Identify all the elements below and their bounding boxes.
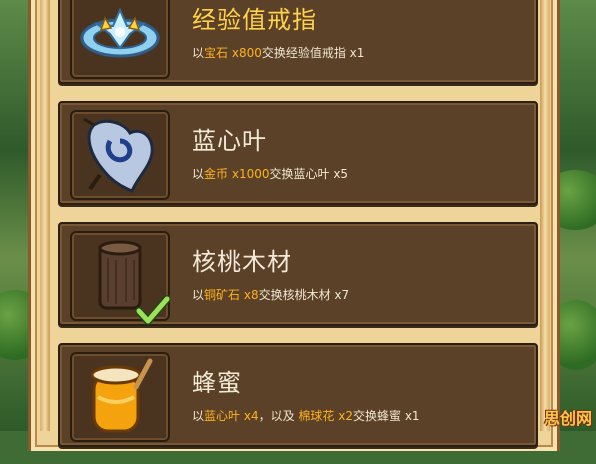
- item-description: 以蓝心叶 x4，以及 棉球花 x2交换蜂蜜 x1: [192, 409, 420, 423]
- ring-icon: [80, 7, 160, 58]
- item-title: 经验值戒指: [192, 6, 317, 34]
- cost-qty-2: x2: [334, 409, 353, 423]
- heart-leaf-icon: [83, 117, 154, 193]
- item-icon-box: [70, 231, 170, 325]
- item-description: 以宝石 x800交换经验值戒指 x1: [192, 46, 365, 60]
- item-icon-box: [70, 110, 170, 200]
- checkmark-icon: [136, 295, 170, 325]
- honey-jar-icon: [90, 358, 153, 433]
- exchange-item-walnut-wood[interactable]: 核桃木材 以铜矿石 x8交换核桃木材 x7: [58, 222, 538, 326]
- item-icon-box: [70, 352, 170, 442]
- item-title: 蜂蜜: [192, 369, 242, 397]
- exchange-item-ring[interactable]: 经验值戒指 以宝石 x800交换经验值戒指 x1: [58, 0, 538, 84]
- exchange-item-heart-leaf[interactable]: 蓝心叶 以金币 x1000交换蓝心叶 x5: [58, 101, 538, 205]
- cost-qty: x1000: [228, 167, 270, 181]
- item-title: 核桃木材: [192, 248, 292, 276]
- item-icon-box: [70, 0, 170, 79]
- cost-qty: x8: [240, 288, 259, 302]
- frame-rail-left: [40, 0, 50, 431]
- cost-qty: x4: [240, 409, 259, 423]
- cost-qty: x800: [228, 46, 262, 60]
- item-description: 以铜矿石 x8交换核桃木材 x7: [192, 288, 350, 302]
- item-title: 蓝心叶: [192, 127, 267, 155]
- cost-item-2: 棉球花: [298, 409, 335, 423]
- cost-item: 金币: [204, 167, 229, 181]
- background-left: [0, 0, 30, 431]
- exchange-item-honey[interactable]: 蜂蜜 以蓝心叶 x4，以及 棉球花 x2交换蜂蜜 x1: [58, 343, 538, 447]
- cost-item: 铜矿石: [204, 288, 241, 302]
- frame-rail-right: [540, 0, 550, 431]
- watermark: 思创网: [543, 409, 592, 428]
- cost-item: 宝石: [204, 46, 229, 60]
- exchange-list: 经验值戒指 以宝石 x800交换经验值戒指 x1 蓝心叶 以金币 x1000交换…: [58, 0, 538, 464]
- cost-item: 蓝心叶: [204, 409, 241, 423]
- item-description: 以金币 x1000交换蓝心叶 x5: [192, 167, 349, 181]
